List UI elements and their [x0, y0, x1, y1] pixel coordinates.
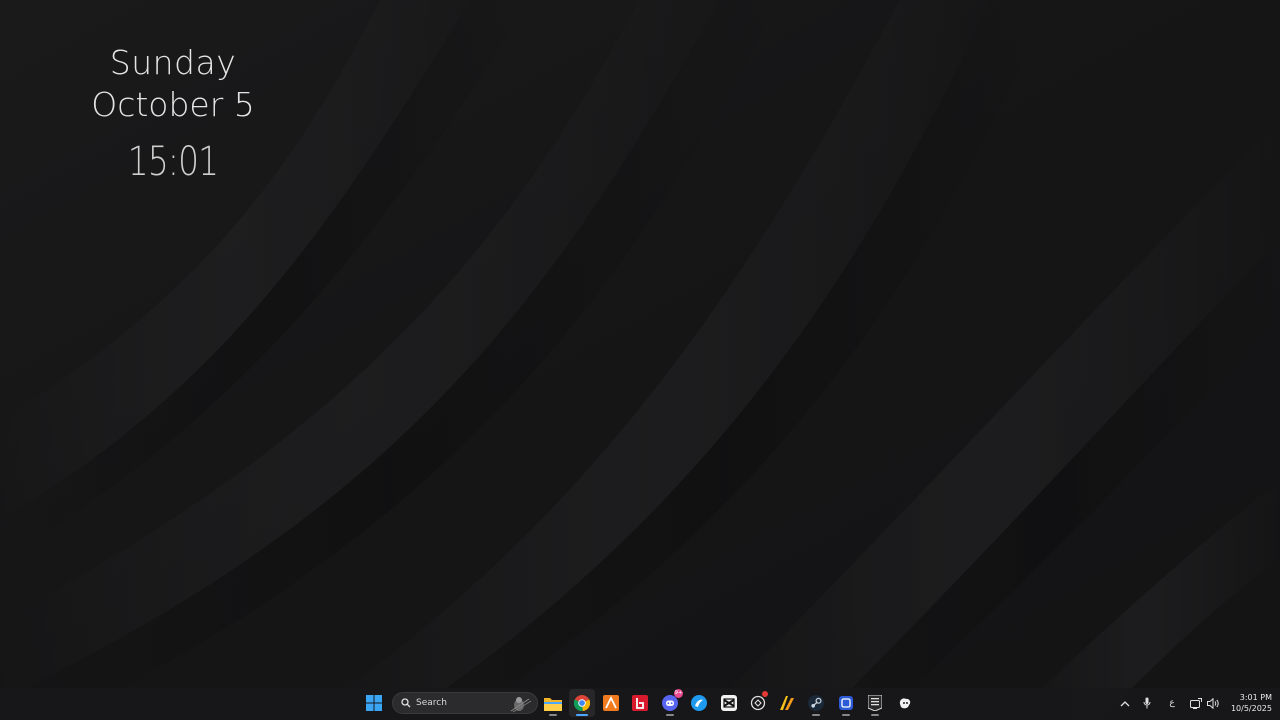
app-blue-icon	[691, 695, 707, 711]
tray-clock[interactable]: 3:01 PM 10/5/2025	[1222, 692, 1272, 714]
language-label: ع	[1169, 698, 1175, 708]
running-indicator	[871, 714, 879, 716]
taskbar-app-orange[interactable]	[598, 689, 624, 717]
steam-icon	[808, 695, 824, 711]
taskbar-app-discord[interactable]: 9+	[657, 689, 683, 717]
tray-language-indicator[interactable]: ع	[1164, 692, 1180, 714]
app-red-icon	[632, 695, 648, 711]
taskbar-app-yellow[interactable]	[774, 689, 800, 717]
taskbar-app-red[interactable]	[627, 689, 653, 717]
running-indicator	[549, 714, 557, 716]
taskbar-app-steam[interactable]	[803, 689, 829, 717]
search-label: Search	[416, 698, 447, 708]
taskbar-app-blue[interactable]	[686, 689, 712, 717]
taskbar-app-capcut[interactable]	[716, 689, 742, 717]
running-indicator	[666, 714, 674, 716]
desktop-clock-widget: Sunday October 5 15:01	[60, 42, 286, 190]
search-highlight-icon	[510, 697, 532, 713]
network-icon	[1190, 697, 1202, 709]
chrome-icon	[574, 695, 590, 711]
tray-overflow-button[interactable]	[1117, 692, 1133, 714]
microphone-icon	[1143, 697, 1151, 709]
running-indicator	[812, 714, 820, 716]
capcut-icon	[721, 695, 737, 711]
widget-day: Sunday	[109, 43, 237, 82]
taskbar-app-blue-box[interactable]	[833, 689, 859, 717]
app-white-icon	[899, 698, 911, 709]
epic-games-icon	[868, 695, 882, 711]
tray-time: 3:01 PM	[1239, 693, 1272, 702]
app-orange-icon	[603, 695, 619, 711]
taskbar-app-file-explorer[interactable]	[540, 689, 566, 717]
app-blue-box-icon	[839, 696, 853, 710]
app-circle-icon	[750, 695, 766, 711]
active-indicator	[576, 714, 588, 716]
chevron-up-icon	[1120, 700, 1130, 706]
search-icon	[401, 698, 411, 708]
running-indicator	[842, 714, 850, 716]
taskbar-app-circle[interactable]	[745, 689, 771, 717]
windows-logo-icon	[366, 695, 382, 711]
tray-volume[interactable]	[1205, 692, 1221, 714]
app-yellow-icon	[780, 696, 794, 710]
volume-icon	[1207, 697, 1219, 709]
taskbar-app-white[interactable]	[892, 689, 918, 717]
taskbar-app-epic-games[interactable]	[862, 689, 888, 717]
discord-badge: 9+	[674, 689, 683, 698]
taskbar-app-chrome[interactable]	[569, 689, 595, 717]
tray-network[interactable]	[1188, 692, 1204, 714]
widget-time: 15:01	[127, 139, 219, 185]
tray-microphone[interactable]	[1139, 692, 1155, 714]
taskbar-search[interactable]: Search	[392, 692, 538, 714]
notification-dot	[762, 691, 768, 697]
file-explorer-icon	[544, 697, 562, 711]
widget-date: October 5	[91, 85, 255, 124]
tray-date: 10/5/2025	[1230, 704, 1272, 713]
start-button[interactable]	[361, 689, 387, 717]
